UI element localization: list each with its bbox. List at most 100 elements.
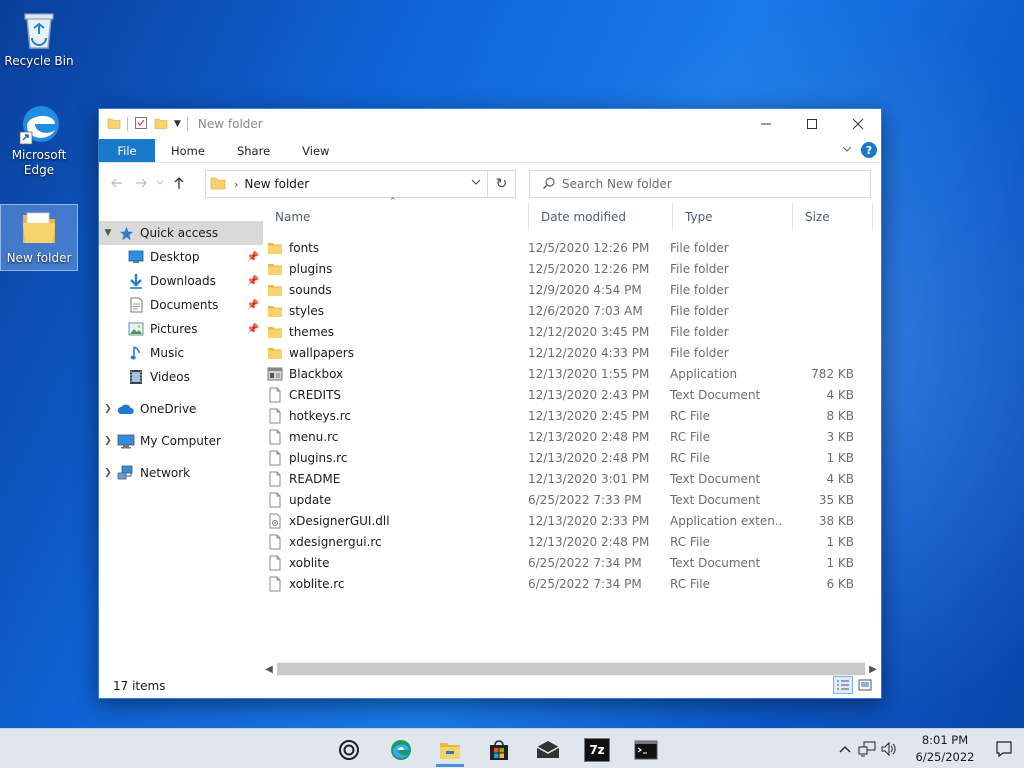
column-header-name[interactable]: Name [263, 203, 529, 231]
chevron-right-icon[interactable]: ❯ [99, 436, 117, 446]
sidebar-item-quick-access[interactable]: ▼ Quick access [99, 221, 263, 245]
file-name-cell[interactable]: sounds [263, 282, 518, 298]
7zip-icon[interactable]: 7z [577, 733, 617, 767]
notification-center-icon[interactable] [984, 740, 1024, 758]
chevron-right-icon[interactable]: ❯ [99, 404, 117, 414]
file-name-cell[interactable]: fonts [263, 240, 518, 256]
file-name-cell[interactable]: xdesignergui.rc [263, 534, 518, 550]
file-row[interactable]: styles 12/6/2020 7:03 AM File folder [263, 300, 881, 321]
help-icon[interactable]: ? [861, 142, 877, 158]
file-row[interactable]: themes 12/12/2020 3:45 PM File folder [263, 321, 881, 342]
recent-locations-button[interactable] [153, 171, 167, 195]
desktop-icon-microsoft-edge[interactable]: Microsoft Edge [0, 102, 78, 178]
sidebar-item-desktop[interactable]: Desktop 📌 [99, 245, 263, 269]
back-button[interactable] [105, 171, 129, 195]
scroll-right-button[interactable]: ▶ [865, 664, 881, 675]
terminal-icon[interactable] [626, 733, 666, 767]
forward-button[interactable] [129, 171, 153, 195]
column-header-date-modified[interactable]: Date modified [529, 203, 673, 231]
chevron-right-icon[interactable]: ❯ [99, 468, 117, 478]
mail-icon[interactable] [528, 733, 568, 767]
properties-icon[interactable] [134, 116, 148, 133]
search-box[interactable] [529, 170, 871, 198]
chevron-down-icon[interactable] [471, 177, 481, 190]
file-row[interactable]: wallpapers 12/12/2020 4:33 PM File folder [263, 342, 881, 363]
volume-icon[interactable] [878, 741, 900, 757]
cortana-icon[interactable] [329, 733, 369, 767]
tab-view[interactable]: View [286, 139, 345, 162]
clock[interactable]: 8:01 PM 6/25/2022 [906, 732, 984, 766]
details-view-button[interactable] [833, 676, 853, 694]
edge-icon[interactable] [381, 733, 421, 767]
maximize-button[interactable] [789, 109, 835, 139]
refresh-button[interactable]: ↻ [487, 171, 515, 197]
file-name-cell[interactable]: xDesignerGUI.dll [263, 513, 518, 529]
chevron-down-icon[interactable]: ▼ [99, 228, 117, 238]
up-button[interactable] [167, 171, 191, 195]
file-row[interactable]: update 6/25/2022 7:33 PM Text Document 35 K… [263, 489, 881, 510]
sidebar-item-downloads[interactable]: Downloads 📌 [99, 269, 263, 293]
tab-file[interactable]: File [99, 139, 155, 162]
file-name-cell[interactable]: CREDITS [263, 387, 518, 403]
file-row[interactable]: sounds 12/9/2020 4:54 PM File folder [263, 279, 881, 300]
file-row[interactable]: hotkeys.rc 12/13/2020 2:45 PM RC File 8 KB [263, 405, 881, 426]
file-row[interactable]: CREDITS 12/13/2020 2:43 PM Text Document 4 … [263, 384, 881, 405]
search-input[interactable] [562, 177, 852, 191]
scroll-left-button[interactable]: ◀ [261, 664, 277, 675]
file-name-cell[interactable]: themes [263, 324, 518, 340]
file-size: 4 KB [826, 471, 854, 486]
file-name-cell[interactable]: xoblite [263, 555, 518, 571]
file-row[interactable]: Blackbox 12/13/2020 1:55 PM Application 782… [263, 363, 881, 384]
file-row[interactable]: menu.rc 12/13/2020 2:48 PM RC File 3 KB [263, 426, 881, 447]
file-name-cell[interactable]: plugins.rc [263, 450, 518, 466]
large-icons-view-button[interactable] [855, 676, 875, 694]
sidebar-item-documents[interactable]: Documents 📌 [99, 293, 263, 317]
file-row[interactable]: xoblite 6/25/2022 7:34 PM Text Document 1 K… [263, 552, 881, 573]
sidebar-item-videos[interactable]: Videos [99, 365, 263, 389]
sidebar-item-music[interactable]: Music [99, 341, 263, 365]
file-explorer-icon[interactable] [430, 733, 470, 767]
sidebar-item-pictures[interactable]: Pictures 📌 [99, 317, 263, 341]
new-folder-icon[interactable] [154, 116, 168, 133]
tab-share[interactable]: Share [221, 139, 286, 162]
file-name-cell[interactable]: hotkeys.rc [263, 408, 518, 424]
sidebar-item-onedrive[interactable]: ❯ OneDrive [99, 397, 263, 421]
file-name-cell[interactable]: README [263, 471, 518, 487]
file-name-cell[interactable]: Blackbox [263, 366, 518, 382]
customize-qat-icon[interactable]: ▼ [174, 119, 181, 129]
store-icon[interactable] [479, 733, 519, 767]
file-size: 8 KB [826, 408, 854, 423]
column-header-size[interactable]: Size [793, 203, 873, 231]
file-name-cell[interactable]: update [263, 492, 518, 508]
chevron-right-icon[interactable]: › [234, 178, 238, 191]
desktop-icon-recycle-bin[interactable]: Recycle Bin [0, 8, 78, 69]
address-path[interactable]: New folder [244, 177, 309, 191]
file-name-cell[interactable]: xoblite.rc [263, 576, 518, 592]
file-name-cell[interactable]: menu.rc [263, 429, 518, 445]
sidebar-item-label: My Computer [140, 434, 221, 448]
tab-home[interactable]: Home [155, 139, 221, 162]
close-button[interactable] [835, 109, 881, 139]
address-bar[interactable]: › New folder ↻ [205, 170, 516, 198]
show-hidden-icons-icon[interactable] [834, 745, 856, 753]
file-row[interactable]: xoblite.rc 6/25/2022 7:34 PM RC File 6 KB [263, 573, 881, 594]
file-name-cell[interactable]: plugins [263, 261, 518, 277]
file-row[interactable]: fonts 12/5/2020 12:26 PM File folder [263, 237, 881, 258]
column-header-type[interactable]: Type [673, 203, 793, 231]
sidebar-item-my-computer[interactable]: ❯ My Computer [99, 429, 263, 453]
file-name-cell[interactable]: wallpapers [263, 345, 518, 361]
minimize-button[interactable] [743, 109, 789, 139]
file-row[interactable]: README 12/13/2020 3:01 PM Text Document 4 K… [263, 468, 881, 489]
file-row[interactable]: plugins.rc 12/13/2020 2:48 PM RC File 1 KB [263, 447, 881, 468]
file-row[interactable]: plugins 12/5/2020 12:26 PM File folder [263, 258, 881, 279]
network-status-icon[interactable] [856, 741, 878, 757]
file-row[interactable]: xDesignerGUI.dll 12/13/2020 2:33 PM Applic… [263, 510, 881, 531]
sidebar-item-network[interactable]: ❯ Network [99, 461, 263, 485]
file-name-cell[interactable]: styles [263, 303, 518, 319]
expand-ribbon-icon[interactable] [841, 143, 853, 158]
title-bar: ▼ New folder [99, 109, 881, 139]
file-row[interactable]: xdesignergui.rc 12/13/2020 2:48 PM RC File… [263, 531, 881, 552]
clock-time: 8:01 PM [921, 733, 969, 747]
file-name: CREDITS [289, 387, 342, 402]
desktop-icon-new-folder[interactable]: New folder [0, 204, 78, 271]
